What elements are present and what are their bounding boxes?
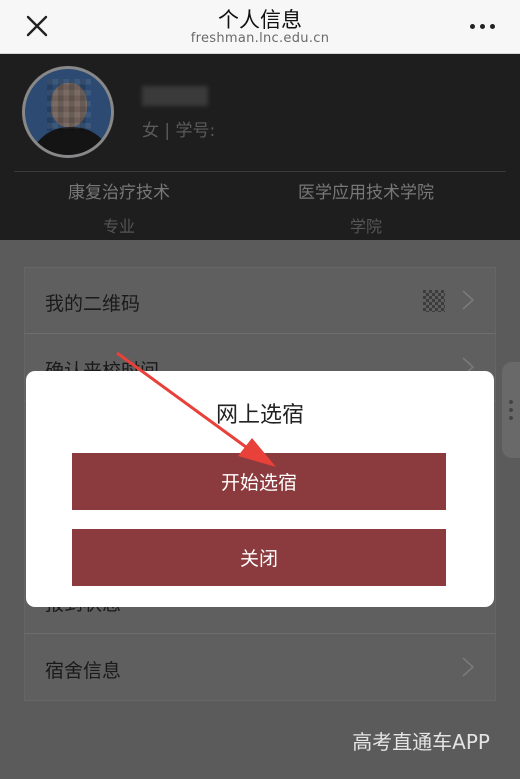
- menu-item-label: 我的二维码: [45, 293, 141, 315]
- close-dialog-button[interactable]: 关闭: [72, 529, 446, 586]
- college-info: 医学应用技术学院 学院: [244, 178, 488, 237]
- college-label: 学院: [349, 217, 382, 236]
- college-value: 医学应用技术学院: [298, 183, 434, 203]
- dialog-title: 网上选宿: [215, 403, 304, 428]
- page-url: freshman.lnc.edu.cn: [190, 31, 330, 46]
- chevron-right-icon: [462, 290, 475, 310]
- menu-item-qr-code[interactable]: 我的二维码: [25, 268, 495, 334]
- start-selection-button[interactable]: 开始选宿: [72, 453, 446, 510]
- major-value: 康复治疗技术: [68, 183, 170, 203]
- divider: [14, 171, 506, 172]
- side-drawer-handle[interactable]: [502, 362, 520, 458]
- menu-item-label: 宿舍信息: [45, 660, 122, 682]
- more-icon[interactable]: [468, 16, 498, 36]
- watermark: 高考直通车APP: [352, 730, 490, 754]
- major-info: 康复治疗技术 专业: [0, 178, 238, 237]
- profile-header: 女 | 学号: 康复治疗技术 专业 医学应用技术学院 学院: [0, 54, 520, 240]
- menu-item-dorm-info[interactable]: 宿舍信息: [25, 635, 495, 701]
- qr-code-icon: [423, 290, 445, 312]
- nav-bar: 个人信息 freshman.lnc.edu.cn: [0, 0, 520, 54]
- gender-student-id: 女 | 学号:: [142, 121, 216, 141]
- major-label: 专业: [102, 217, 135, 236]
- avatar: [22, 66, 114, 158]
- chevron-right-icon: [462, 657, 475, 677]
- dorm-selection-dialog: 网上选宿 开始选宿 关闭: [26, 371, 494, 607]
- name-redacted: [142, 86, 208, 106]
- page-title: 个人信息: [218, 8, 302, 32]
